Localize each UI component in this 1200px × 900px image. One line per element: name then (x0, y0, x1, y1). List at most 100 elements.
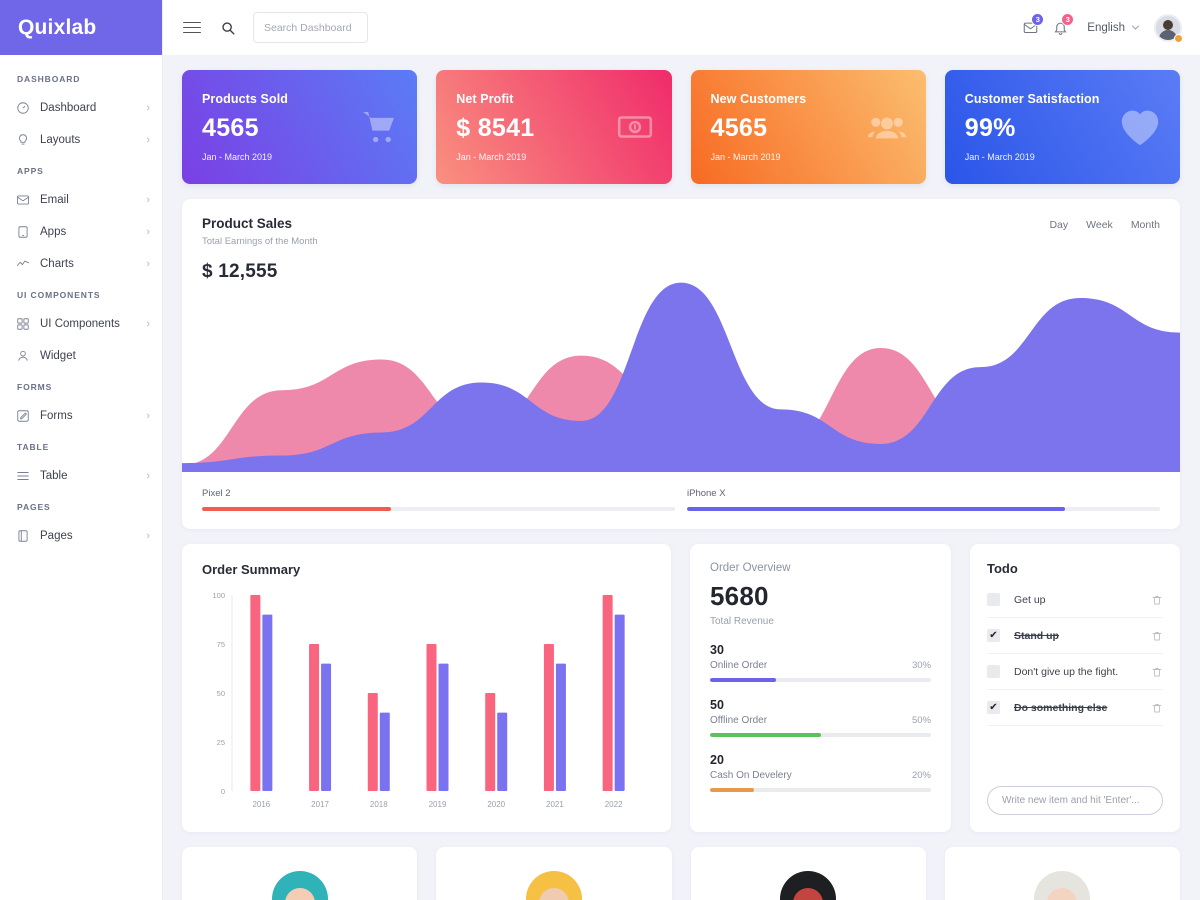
todo-list: Get up ✔ Stand up Don't give up the fight. ✔… (987, 582, 1163, 726)
order-overview-progress-track (710, 788, 931, 792)
sidebar-item-label: Pages (40, 530, 73, 542)
line-chart-icon (15, 256, 31, 272)
language-selector[interactable]: English (1087, 22, 1140, 34)
todo-checkbox[interactable]: ✔ (987, 701, 1000, 714)
todo-item[interactable]: Don't give up the fight. (987, 654, 1163, 690)
order-overview-item-count: 30 (710, 643, 724, 657)
bell-badge: 3 (1061, 12, 1075, 26)
legend-progress-fill (687, 507, 1066, 511)
avatar (525, 871, 582, 900)
profile-card[interactable] (690, 847, 926, 900)
stat-card-products-sold[interactable]: Products Sold 4565 Jan - March 2019 (182, 70, 418, 184)
range-week[interactable]: Week (1086, 219, 1113, 231)
sidebar-nav: Dashboard Dashboard › Layouts › Apps Email › App… (0, 55, 162, 552)
order-overview-title: Order Overview (710, 562, 791, 574)
sidebar-item-widget[interactable]: Widget (0, 340, 162, 372)
range-day[interactable]: Day (1049, 219, 1068, 231)
user-avatar[interactable] (1154, 13, 1183, 43)
product-sales-card: Product Sales Total Earnings of the Mont… (182, 199, 1180, 529)
order-overview-item-percent: 50% (911, 715, 931, 726)
todo-item[interactable]: ✔ Stand up (987, 618, 1163, 654)
stat-card-new-customers[interactable]: New Customers 4565 Jan - March 2019 (690, 70, 926, 184)
search-input[interactable] (253, 12, 368, 43)
money-icon (616, 108, 654, 146)
sidebar-item-layouts[interactable]: Layouts › (0, 124, 162, 156)
sidebar-item-apps[interactable]: Apps › (0, 216, 162, 248)
legend-progress-track (687, 507, 1160, 511)
sidebar-item-label: Widget (40, 350, 76, 362)
stat-cards-row: Products Sold 4565 Jan - March 2019 Net Pro… (182, 70, 1180, 184)
top-header: 3 3 English (163, 0, 1200, 55)
profile-card[interactable] (182, 847, 418, 900)
device-legend: Pixel 2 iPhone X (182, 488, 1180, 511)
sidebar-item-dashboard[interactable]: Dashboard › (0, 92, 162, 124)
order-overview-item-count: 20 (710, 753, 724, 767)
order-overview-card: Order Overview 5680 Total Revenue 30 Onli… (690, 544, 951, 832)
gauge-icon (15, 100, 31, 116)
sidebar-item-pages[interactable]: Pages › (0, 520, 162, 552)
sidebar-item-label: Apps (40, 226, 67, 238)
grid-icon (15, 316, 31, 332)
stat-card-period: Jan - March 2019 (710, 152, 781, 162)
legend-progress-fill (202, 507, 392, 511)
avatar (780, 871, 837, 900)
legend-progress-track (202, 507, 675, 511)
sidebar-section-pages: Pages (17, 502, 51, 512)
sidebar-section-dashboard: Dashboard (17, 74, 81, 84)
order-overview-progress-fill (710, 788, 755, 792)
sidebar-item-email[interactable]: Email › (0, 184, 162, 216)
sidebar-item-forms[interactable]: Forms › (0, 400, 162, 432)
order-overview-items: 30 Online Order 30% 50 Offline Order 50% 20 Cas… (710, 643, 931, 792)
todo-card: Todo Get up ✔ Stand up Don't give up the fi… (970, 544, 1180, 832)
todo-input[interactable] (987, 786, 1163, 815)
trash-icon[interactable] (1151, 594, 1163, 606)
header-actions: 3 3 English (1015, 12, 1183, 43)
svg-text:2016: 2016 (252, 800, 270, 809)
order-overview-item-label: Cash On Develery (710, 770, 792, 781)
messages-icon[interactable]: 3 (1015, 12, 1045, 43)
todo-item-label: Don't give up the fight. (1014, 665, 1119, 678)
sidebar-section-ui-components: UI Components (17, 290, 101, 300)
brand-logo[interactable]: Quixlab (0, 0, 162, 55)
chevron-right-icon: › (146, 101, 150, 114)
chevron-right-icon: › (146, 257, 150, 270)
trash-icon[interactable] (1151, 666, 1163, 678)
svg-text:2019: 2019 (429, 800, 447, 809)
svg-text:2020: 2020 (487, 800, 505, 809)
order-overview-item-percent: 30% (911, 660, 931, 671)
todo-checkbox[interactable]: ✔ (987, 629, 1000, 642)
legend-item-pixel-2: Pixel 2 (202, 488, 675, 511)
profile-card[interactable] (436, 847, 672, 900)
list-icon (15, 468, 31, 484)
sidebar-item-table[interactable]: Table › (0, 460, 162, 492)
trash-icon[interactable] (1151, 702, 1163, 714)
cart-icon (359, 107, 399, 147)
sidebar-item-charts[interactable]: Charts › (0, 248, 162, 280)
todo-item[interactable]: ✔ Do something else (987, 690, 1163, 726)
todo-item-label: Get up (1014, 593, 1046, 606)
search-icon[interactable] (221, 21, 235, 35)
todo-checkbox[interactable] (987, 593, 1000, 606)
sidebar-item-label: Layouts (40, 134, 81, 146)
sidebar-item-ui-components[interactable]: UI Components › (0, 308, 162, 340)
todo-checkbox[interactable] (987, 665, 1000, 678)
chevron-right-icon: › (146, 225, 150, 238)
stat-card-customer-satisfaction[interactable]: Customer Satisfaction 99% Jan - March 2019 (944, 70, 1180, 184)
chevron-down-icon (1132, 25, 1139, 30)
order-overview-item-cash-on-develery: 20 Cash On Develery 20% (710, 753, 931, 792)
bell-icon[interactable]: 3 (1045, 12, 1075, 43)
hamburger-icon[interactable] (183, 18, 201, 36)
profile-card[interactable] (944, 847, 1180, 900)
stat-card-net-profit[interactable]: Net Profit $ 8541 Jan - March 2019 (436, 70, 672, 184)
range-month[interactable]: Month (1131, 219, 1160, 231)
todo-item[interactable]: Get up (987, 582, 1163, 618)
stat-card-title: Customer Satisfaction (964, 92, 1100, 106)
order-overview-item-count: 50 (710, 698, 724, 712)
order-summary-card: Order Summary 0 25 50 75 100 2016 2017 2018 2019… (182, 544, 671, 832)
order-overview-total: 5680 (710, 581, 769, 611)
order-overview-progress-fill (710, 733, 821, 737)
product-sales-area-chart (182, 267, 1180, 472)
content: Products Sold 4565 Jan - March 2019 Net Pro… (163, 55, 1200, 900)
sidebar-item-label: Charts (40, 258, 74, 270)
trash-icon[interactable] (1151, 630, 1163, 642)
